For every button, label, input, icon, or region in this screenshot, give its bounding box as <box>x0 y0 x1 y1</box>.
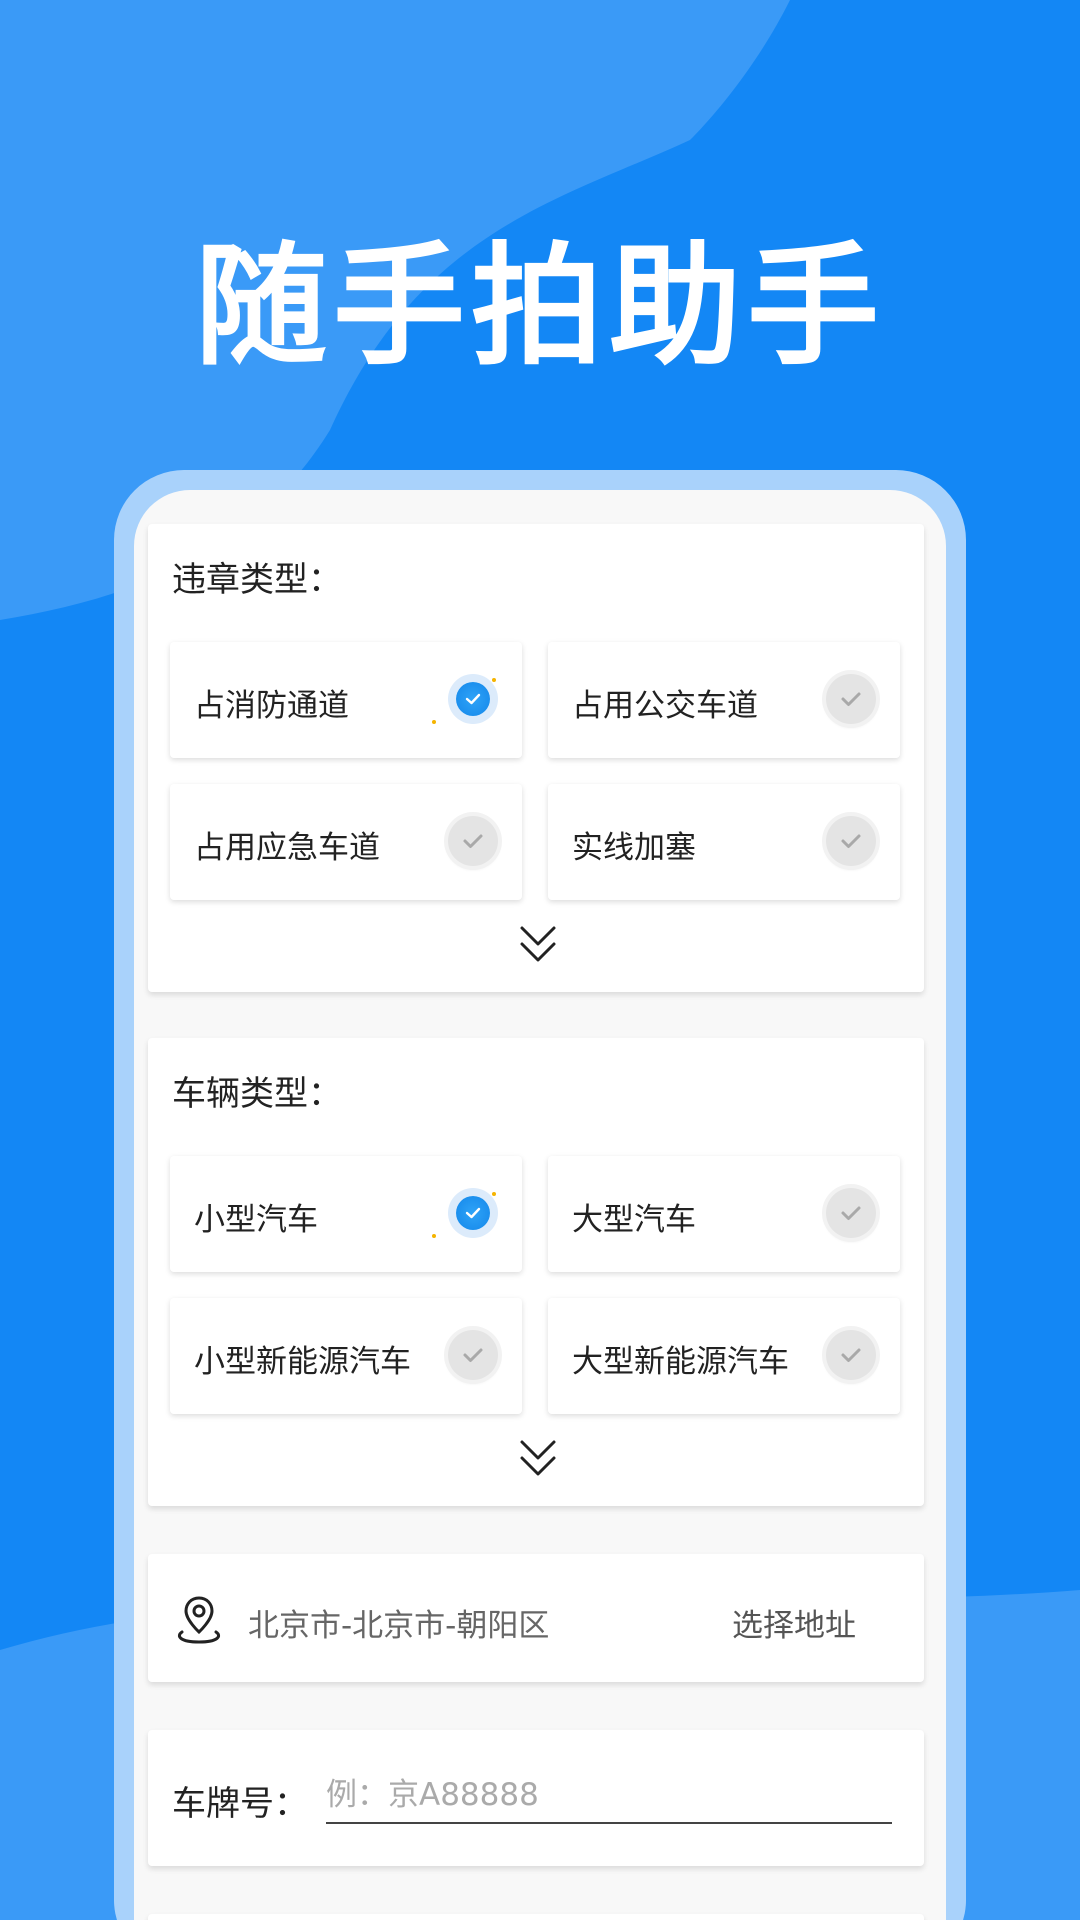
phone-screen: 违章类型： 占消防通道 占用公交车道 占用应急车道 实线加塞 车辆类型： 小型汽… <box>134 490 946 1920</box>
option-label: 小型新能源汽车 <box>194 1344 411 1380</box>
vehicle-type-title: 车辆类型： <box>172 1074 342 1114</box>
location-pin-icon <box>177 1596 221 1644</box>
vehicle-type-card: 车辆类型： 小型汽车 大型汽车 小型新能源汽车 大型新能源汽车 <box>148 1038 924 1506</box>
plate-input[interactable] <box>326 1768 892 1824</box>
check-icon <box>826 674 876 724</box>
violation-type-title: 违章类型： <box>172 560 342 600</box>
check-icon <box>826 816 876 866</box>
sparkle-dot <box>492 1192 496 1196</box>
check-icon <box>456 682 490 716</box>
check-icon <box>826 1330 876 1380</box>
check-icon <box>456 1196 490 1230</box>
double-chevron-down-icon[interactable] <box>518 1438 558 1482</box>
sparkle-dot <box>432 1234 436 1238</box>
option-label: 实线加塞 <box>572 830 696 866</box>
option-label: 占用应急车道 <box>194 830 380 866</box>
check-icon <box>448 816 498 866</box>
violation-option-emergency-lane[interactable]: 占用应急车道 <box>170 784 522 900</box>
check-icon <box>448 1330 498 1380</box>
next-card <box>148 1914 924 1920</box>
sparkle-dot <box>492 678 496 682</box>
option-label: 小型汽车 <box>194 1202 318 1238</box>
vehicle-option-large-car[interactable]: 大型汽车 <box>548 1156 900 1272</box>
sparkle-dot <box>432 720 436 724</box>
violation-option-fire-lane[interactable]: 占消防通道 <box>170 642 522 758</box>
vehicle-option-small-ev[interactable]: 小型新能源汽车 <box>170 1298 522 1414</box>
vehicle-option-small-car[interactable]: 小型汽车 <box>170 1156 522 1272</box>
option-label: 占消防通道 <box>194 688 349 724</box>
option-label: 大型新能源汽车 <box>572 1344 789 1380</box>
option-label: 大型汽车 <box>572 1202 696 1238</box>
violation-option-bus-lane[interactable]: 占用公交车道 <box>548 642 900 758</box>
check-icon <box>826 1188 876 1238</box>
violation-type-card: 违章类型： 占消防通道 占用公交车道 占用应急车道 实线加塞 <box>148 524 924 992</box>
address-card: 北京市-北京市-朝阳区 选择地址 <box>148 1554 924 1682</box>
address-value: 北京市-北京市-朝阳区 <box>248 1608 550 1644</box>
option-label: 占用公交车道 <box>572 688 758 724</box>
plate-card: 车牌号： <box>148 1730 924 1866</box>
select-address-button[interactable]: 选择地址 <box>732 1600 856 1645</box>
double-chevron-down-icon[interactable] <box>518 924 558 968</box>
vehicle-option-large-ev[interactable]: 大型新能源汽车 <box>548 1298 900 1414</box>
violation-option-solid-line-cut-in[interactable]: 实线加塞 <box>548 784 900 900</box>
hero-title: 随手拍助手 <box>195 230 885 384</box>
plate-label: 车牌号： <box>172 1784 308 1824</box>
